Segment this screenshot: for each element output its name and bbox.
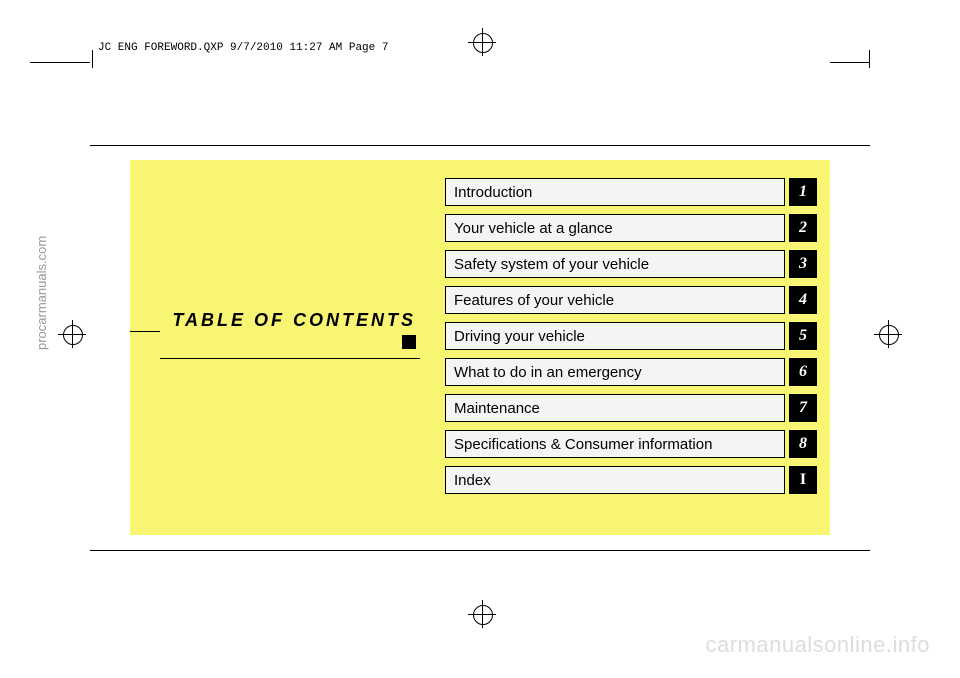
toc-item-number: 8 [789, 430, 817, 458]
toc-item-number: 7 [789, 394, 817, 422]
toc-item-number: 3 [789, 250, 817, 278]
toc-item-label: What to do in an emergency [445, 358, 785, 386]
toc-item-number: 2 [789, 214, 817, 242]
toc-item-number: I [789, 466, 817, 494]
crop-mark [92, 50, 93, 68]
toc-item-label: Specifications & Consumer information [445, 430, 785, 458]
toc-item: Driving your vehicle 5 [445, 322, 817, 350]
toc-title-wrap: TABLE OF CONTENTS [160, 310, 420, 359]
toc-item-label: Index [445, 466, 785, 494]
toc-item: What to do in an emergency 6 [445, 358, 817, 386]
toc-item-number: 5 [789, 322, 817, 350]
toc-item: Features of your vehicle 4 [445, 286, 817, 314]
toc-item-label: Your vehicle at a glance [445, 214, 785, 242]
toc-item-number: 4 [789, 286, 817, 314]
registration-mark-icon [468, 28, 496, 56]
header-slug: JC ENG FOREWORD.QXP 9/7/2010 11:27 AM Pa… [98, 42, 388, 54]
toc-item-label: Features of your vehicle [445, 286, 785, 314]
registration-mark-icon [874, 320, 902, 348]
toc-title-rule [130, 331, 160, 332]
toc-item-label: Introduction [445, 178, 785, 206]
toc-item-label: Maintenance [445, 394, 785, 422]
registration-mark-icon [58, 320, 86, 348]
content-frame-top [90, 145, 870, 146]
crop-mark [30, 62, 90, 63]
sidebar-watermark: procarmanuals.com [34, 236, 49, 350]
crop-mark [830, 62, 870, 63]
toc-item-number: 1 [789, 178, 817, 206]
toc-list: Introduction 1 Your vehicle at a glance … [445, 178, 817, 502]
toc-item: Introduction 1 [445, 178, 817, 206]
toc-item: Your vehicle at a glance 2 [445, 214, 817, 242]
content-frame-bottom [90, 550, 870, 551]
toc-item: Safety system of your vehicle 3 [445, 250, 817, 278]
toc-title: TABLE OF CONTENTS [160, 310, 420, 352]
crop-mark [869, 50, 870, 68]
toc-item: Specifications & Consumer information 8 [445, 430, 817, 458]
footer-watermark: carmanualsonline.info [705, 632, 930, 658]
toc-item-label: Safety system of your vehicle [445, 250, 785, 278]
toc-item-label: Driving your vehicle [445, 322, 785, 350]
registration-mark-icon [468, 600, 496, 628]
toc-item: Maintenance 7 [445, 394, 817, 422]
toc-item-number: 6 [789, 358, 817, 386]
toc-item: Index I [445, 466, 817, 494]
